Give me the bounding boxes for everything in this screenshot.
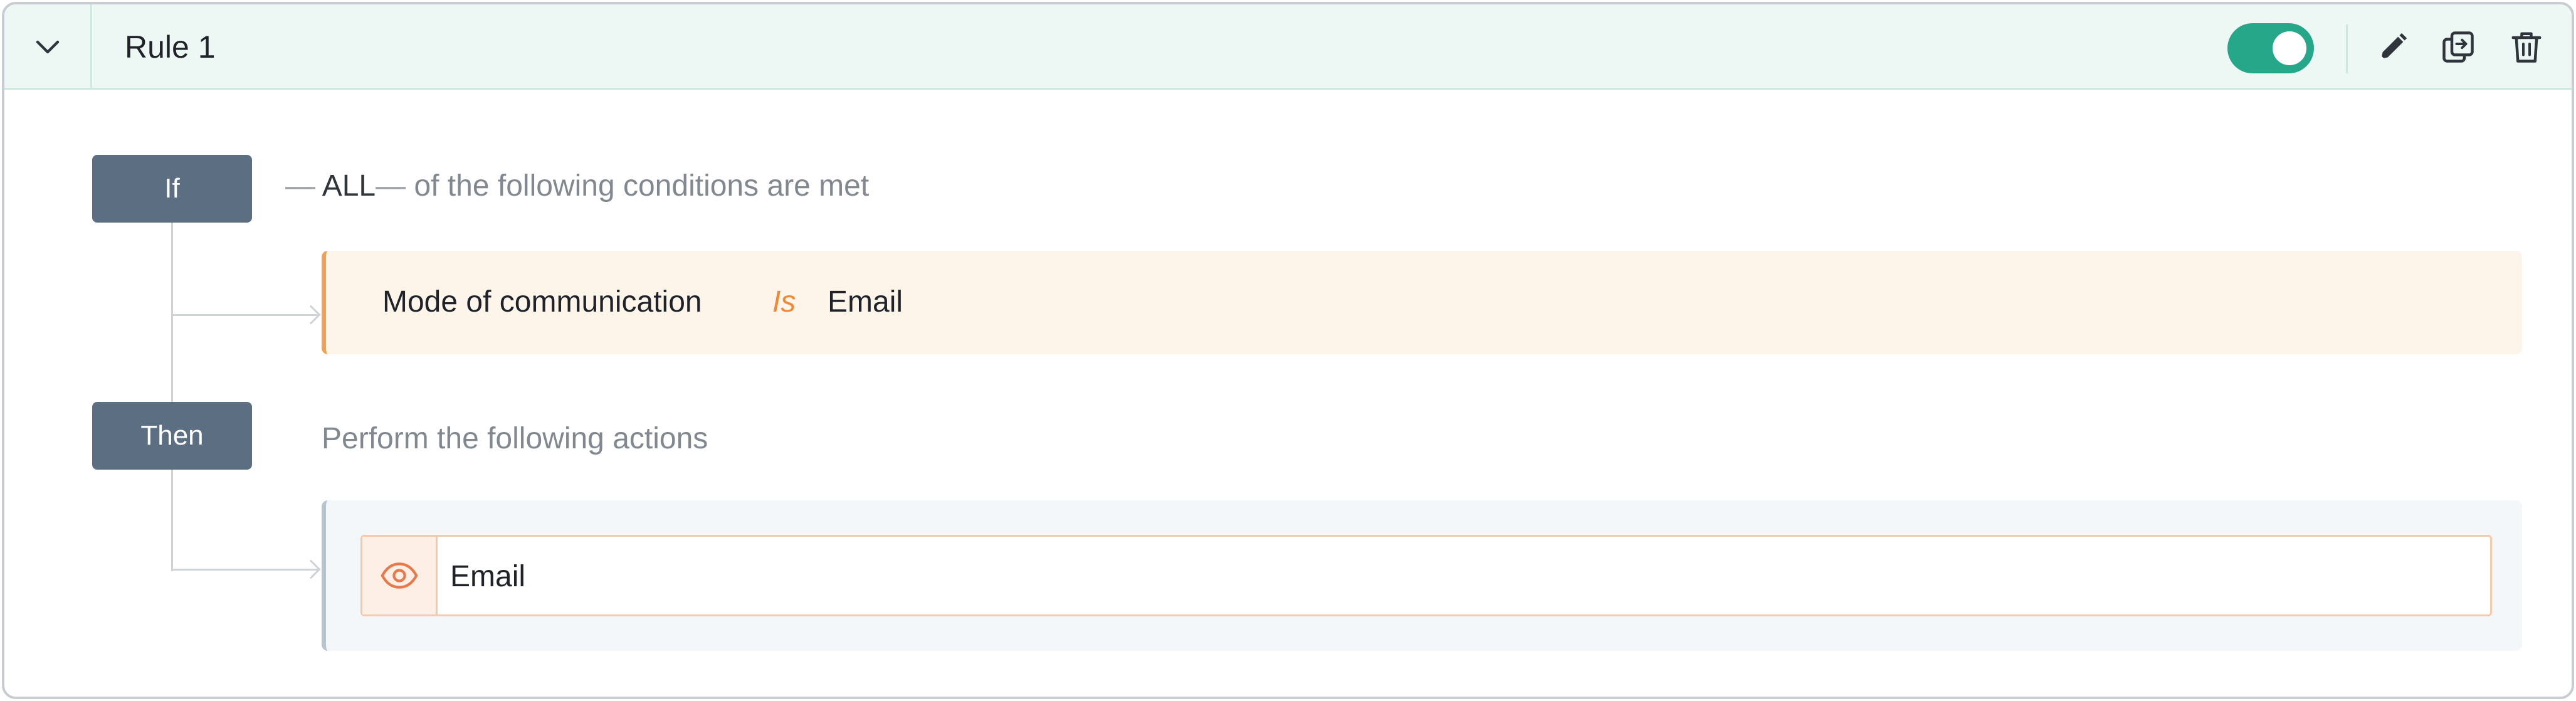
action-item[interactable]: Email <box>360 535 2492 616</box>
condition-operator: Is <box>772 285 796 319</box>
toggle-knob <box>2273 31 2306 65</box>
actions-container: Email <box>322 500 2522 651</box>
chevron-down-icon <box>36 40 59 54</box>
collapse-button[interactable] <box>4 4 92 90</box>
if-tag: If <box>92 155 252 223</box>
actions-description: Perform the following actions <box>322 422 708 455</box>
action-label: Email <box>450 560 526 593</box>
condition-value: Email <box>828 285 903 319</box>
condition-row[interactable]: Mode of communication Is Email <box>322 251 2522 354</box>
if-connector-line <box>171 223 173 404</box>
header-divider <box>2346 24 2348 73</box>
rule-title: Rule 1 <box>125 29 216 65</box>
action-icon-box <box>362 537 438 614</box>
then-tag: Then <box>92 402 252 470</box>
then-connector-line <box>171 470 173 571</box>
condition-summary-text: of the following conditions are met <box>414 169 870 203</box>
match-dash-left: — <box>285 169 315 203</box>
action-connector-arrow <box>301 559 321 579</box>
delete-button[interactable] <box>2508 28 2545 66</box>
pencil-icon <box>2380 33 2407 60</box>
rule-enabled-toggle[interactable] <box>2227 23 2314 73</box>
rule-card: Rule 1 If — ALL— of the following condit… <box>2 2 2574 699</box>
duplicate-button[interactable] <box>2439 28 2477 66</box>
match-mode-selector[interactable]: ALL <box>322 169 376 203</box>
trash-icon <box>2511 32 2542 63</box>
condition-field: Mode of communication <box>382 285 702 319</box>
copy-icon <box>2442 31 2474 63</box>
rule-header: Rule 1 <box>4 4 2572 90</box>
match-dash-right: — <box>376 169 406 203</box>
condition-summary: — ALL— of the following conditions are m… <box>285 167 869 205</box>
condition-connector-arrow <box>301 305 321 325</box>
edit-button[interactable] <box>2374 28 2412 66</box>
action-connector-line <box>171 569 318 571</box>
condition-connector-line <box>171 314 318 316</box>
eye-icon <box>381 562 418 589</box>
